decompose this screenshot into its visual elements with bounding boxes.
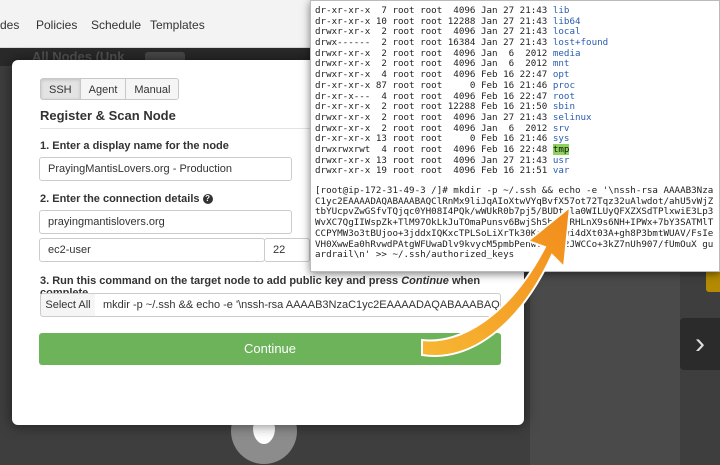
terminal-line-meta: drwxr-xr-x 2 root root 4096 Jan 27 21:43 <box>315 26 553 38</box>
tab-agent[interactable]: Agent <box>79 78 127 100</box>
terminal-line-name: lost+found <box>552 37 609 49</box>
modal-title: Register & Scan Node <box>40 108 176 123</box>
terminal-line-meta: dr-xr-xr-x 7 root root 4096 Jan 27 21:43 <box>315 5 553 16</box>
terminal-line-name: tmp <box>552 143 570 155</box>
status-badge <box>706 270 720 292</box>
nav-item-nodes[interactable]: des <box>0 18 19 32</box>
terminal-line-name: proc <box>552 79 575 91</box>
port-input[interactable]: 22 <box>264 238 310 262</box>
terminal-line-meta: dr-xr-xr-x 13 root root 0 Feb 16 21:46 <box>315 133 553 145</box>
terminal-line-meta: drwxr-xr-x 2 root root 4096 Jan 6 2012 <box>315 122 553 134</box>
tab-manual[interactable]: Manual <box>125 78 180 100</box>
nav-item-templates[interactable]: Templates <box>150 18 205 32</box>
tab-ssh[interactable]: SSH <box>40 78 81 100</box>
connection-tabs: SSH Agent Manual <box>40 78 180 100</box>
step2-label-text: 2. Enter the connection details <box>40 193 200 205</box>
username-input[interactable]: ec2-user <box>39 238 265 262</box>
step1-label: 1. Enter a display name for the node <box>40 140 229 152</box>
select-all-button[interactable]: Select All <box>40 293 96 317</box>
terminal-line-meta: drwxrwxrwt 4 root root 4096 Feb 16 22:48 <box>315 143 553 155</box>
terminal-line-meta: dr-xr-xr-x 87 root root 0 Feb 16 21:46 <box>315 79 553 91</box>
terminal-line-name: usr <box>552 154 570 166</box>
arrow-icon <box>421 205 570 358</box>
terminal-line-name: media <box>552 47 581 59</box>
terminal-line-meta: drwxr-xr-x 2 root root 4096 Jan 6 2012 <box>315 58 553 70</box>
terminal-line-name: local <box>552 26 581 38</box>
terminal-line-meta: drwxr-xr-x 2 root root 4096 Jan 27 21:43 <box>315 111 553 123</box>
terminal-line-meta: drwxr-xr-x 2 root root 4096 Jan 6 2012 <box>315 47 553 59</box>
terminal-line-meta: dr-xr-xr-x 2 root root 12288 Feb 16 21:5… <box>315 101 553 113</box>
terminal-line: drwxr-xr-x 19 root root 4096 Feb 16 21:5… <box>315 165 608 177</box>
terminal-line-name: sbin <box>552 101 575 113</box>
nav-item-policies[interactable]: Policies <box>36 18 77 32</box>
nav-item-schedule[interactable]: Schedule <box>91 18 141 32</box>
display-name-input[interactable]: PrayingMantisLovers.org - Production <box>39 157 292 181</box>
help-icon[interactable]: ? <box>202 194 213 205</box>
terminal-line-meta: dr-xr-xr-x 10 root root 12288 Jan 27 21:… <box>315 15 553 27</box>
terminal-line-name: lib <box>552 5 570 16</box>
next-chevron-icon[interactable]: › <box>680 318 720 370</box>
terminal-line-name: root <box>552 90 575 102</box>
terminal-line-meta: dr-xr-x--- 4 root root 4096 Feb 16 22:47 <box>315 90 553 102</box>
terminal-line-name: sys <box>552 133 570 145</box>
terminal-line-meta: drwxr-xr-x 19 root root 4096 Feb 16 21:5… <box>315 165 553 177</box>
terminal-line-name: srv <box>552 122 570 134</box>
terminal-line-name: mnt <box>552 58 570 70</box>
step3-label-prefix: 3. Run this command on the target node t… <box>40 275 402 287</box>
terminal-line-meta: drwx------ 2 root root 16384 Jan 27 21:4… <box>315 37 553 49</box>
terminal-line-meta: drwxr-xr-x 13 root root 4096 Jan 27 21:4… <box>315 154 553 166</box>
terminal-line-name: opt <box>552 69 570 81</box>
directory-listing: dr-xr-xr-x 7 root root 4096 Jan 27 21:43… <box>315 5 609 177</box>
terminal-line-meta: drwxr-xr-x 4 root root 4096 Feb 16 22:47 <box>315 69 553 81</box>
terminal-line-name: var <box>552 165 570 177</box>
step2-label: 2. Enter the connection details? <box>40 193 213 205</box>
hostname-input[interactable]: prayingmantislovers.org <box>39 210 292 234</box>
terminal-line-name: lib64 <box>552 15 581 27</box>
terminal-line-name: selinux <box>552 111 592 123</box>
